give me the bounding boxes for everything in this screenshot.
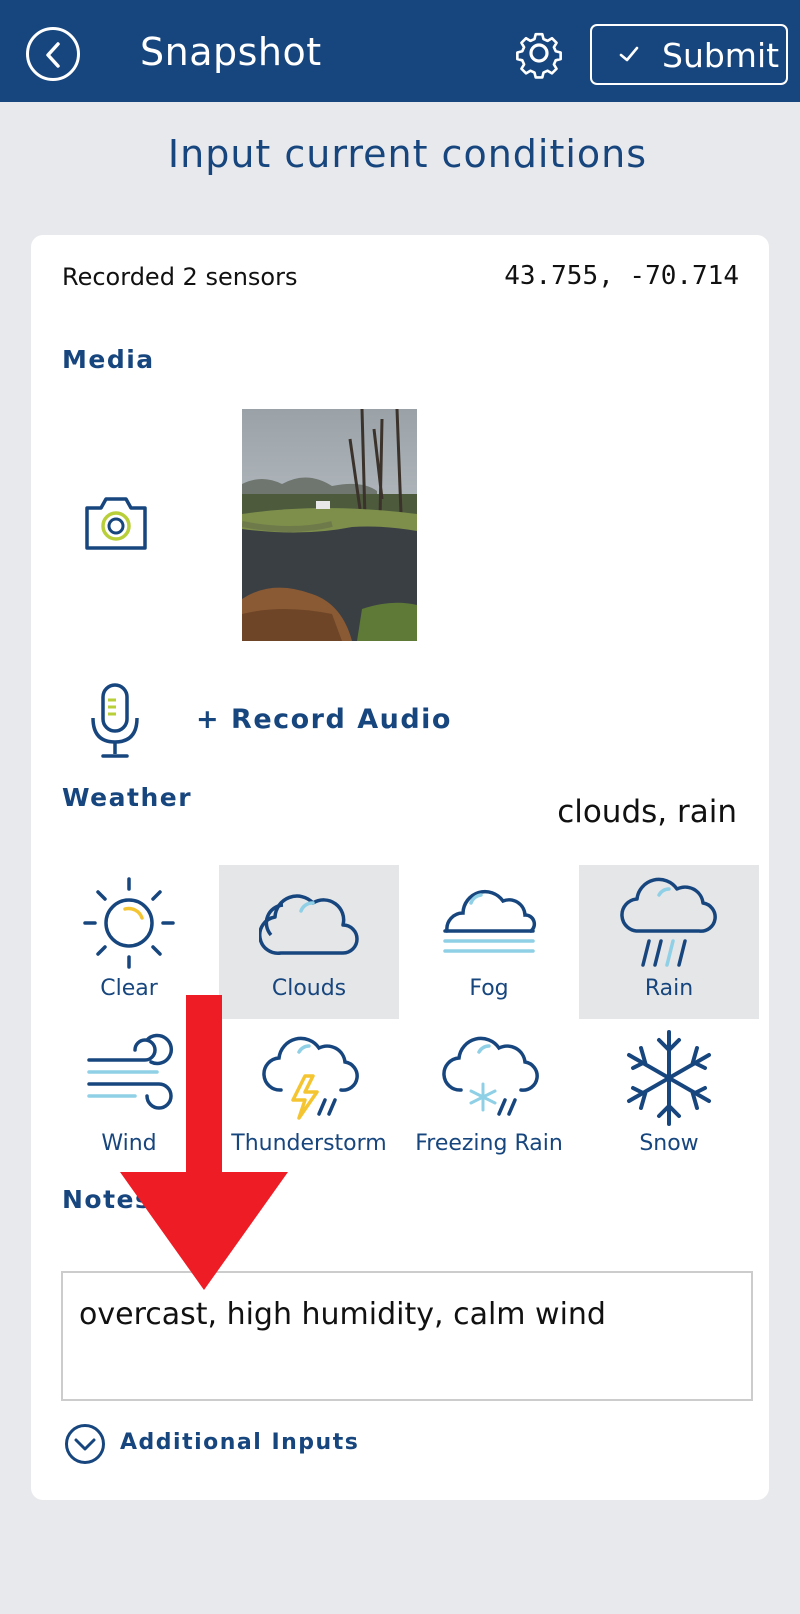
microphone-icon: [91, 683, 139, 758]
chevron-left-icon: [46, 42, 60, 68]
weather-option-label: Clear: [100, 976, 158, 1001]
freezing-rain-icon: [442, 1036, 539, 1116]
notes-value: overcast, high humidity, calm wind: [79, 1297, 606, 1332]
submit-button[interactable]: Submit: [590, 24, 788, 85]
conditions-card: Recorded 2 sensors 43.755, -70.714 Media: [31, 235, 769, 1500]
notes-field[interactable]: overcast, high humidity, calm wind: [61, 1271, 753, 1401]
submit-label: Submit: [662, 36, 780, 75]
cloud-icon: [259, 894, 359, 955]
check-icon: [619, 46, 639, 62]
coordinates: 43.755, -70.714: [504, 261, 739, 291]
notes-section-label: Notes: [62, 1185, 152, 1214]
additional-inputs-toggle[interactable]: Additional Inputs: [64, 1423, 364, 1465]
snowflake-icon: [627, 1030, 711, 1126]
fog-icon: [443, 889, 537, 953]
additional-inputs-label: Additional Inputs: [120, 1430, 360, 1455]
weather-option-snow[interactable]: Snow: [579, 1020, 759, 1174]
sun-icon: [83, 877, 175, 969]
weather-option-label: Clouds: [271, 976, 347, 1001]
camera-button[interactable]: [81, 492, 151, 556]
weather-option-rain[interactable]: Rain: [579, 865, 759, 1019]
app-title: Snapshot: [140, 30, 322, 74]
weather-summary: clouds, rain: [557, 794, 737, 830]
weather-option-wind[interactable]: Wind: [39, 1020, 219, 1174]
page-heading: Input current conditions: [167, 132, 648, 176]
wind-icon: [87, 1033, 174, 1110]
camera-icon: [85, 497, 147, 550]
app-header: Snapshot Submit: [0, 0, 800, 102]
weather-option-clear[interactable]: Clear: [39, 865, 219, 1019]
weather-option-label: Snow: [639, 1131, 699, 1156]
gear-icon: [516, 32, 562, 79]
thunderstorm-icon: [262, 1036, 359, 1120]
sensors-status: Recorded 2 sensors: [62, 263, 298, 291]
landscape-photo: [242, 409, 417, 641]
weather-option-label: Freezing Rain: [415, 1131, 563, 1156]
weather-section-label: Weather: [62, 783, 193, 812]
weather-option-thunderstorm[interactable]: Thunderstorm: [219, 1020, 399, 1174]
weather-option-clouds[interactable]: Clouds: [219, 865, 399, 1019]
weather-option-label: Rain: [644, 976, 694, 1001]
chevron-down-circle-icon: [65, 1424, 105, 1464]
weather-option-label: Thunderstorm: [231, 1131, 387, 1156]
microphone-button[interactable]: [87, 682, 143, 762]
weather-option-label: Wind: [101, 1131, 157, 1156]
weather-option-fog[interactable]: Fog: [399, 865, 579, 1019]
photo-thumbnail[interactable]: [242, 409, 417, 641]
media-section-label: Media: [62, 345, 155, 374]
record-audio-button[interactable]: + Record Audio: [196, 704, 452, 735]
weather-option-freezing-rain[interactable]: Freezing Rain: [399, 1020, 579, 1174]
weather-option-label: Fog: [469, 976, 509, 1001]
rain-icon: [620, 877, 717, 967]
back-button[interactable]: [26, 27, 80, 81]
settings-button[interactable]: [512, 26, 566, 80]
